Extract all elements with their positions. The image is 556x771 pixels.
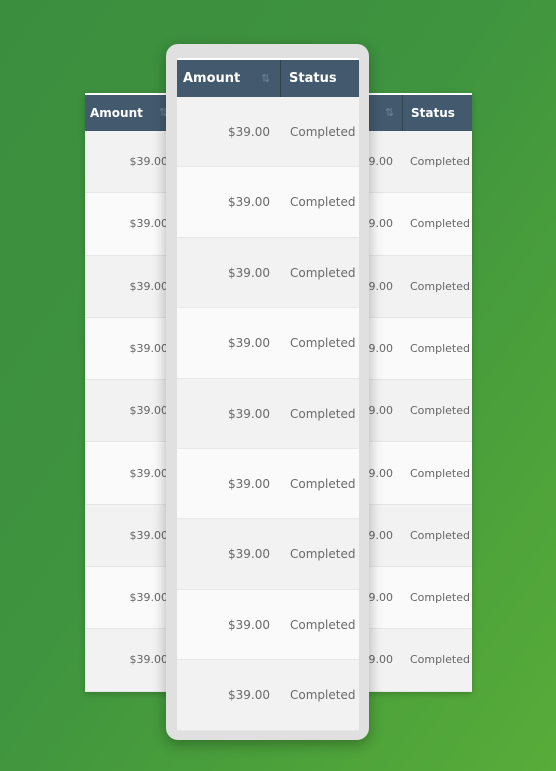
amount-cell: $39.00: [129, 404, 169, 418]
amount-cell: $39.00: [228, 547, 270, 562]
table-row[interactable]: $39.00 Completed: [177, 589, 359, 661]
amount-cell: $39.00: [228, 617, 270, 632]
table-row[interactable]: $39.00 Completed: [177, 167, 359, 238]
status-cell: Completed: [290, 617, 356, 632]
status-cell: Completed: [410, 404, 470, 418]
amount-cell: $39.00: [129, 217, 169, 231]
table-row[interactable]: $39.00 Completed: [177, 660, 359, 731]
table-row[interactable]: $39.00 Completed: [177, 378, 359, 449]
amount-cell: $39.00: [129, 341, 169, 355]
column-header-amount[interactable]: Amount: [183, 60, 240, 97]
sort-arrows-icon[interactable]: ⇅: [261, 60, 270, 97]
status-cell: Completed: [290, 406, 356, 421]
status-cell: Completed: [410, 155, 470, 168]
status-cell: Completed: [290, 688, 356, 703]
status-cell: Completed: [290, 195, 356, 210]
column-divider: [280, 60, 281, 97]
amount-cell: $39.00: [228, 195, 270, 210]
status-cell: Completed: [410, 279, 470, 293]
highlighted-table: Amount ⇅ Status $39.00 Completed $39.00 Com…: [177, 58, 359, 731]
amount-cell: $39.00: [228, 406, 270, 421]
highlighted-table-card: Amount ⇅ Status $39.00 Completed $39.00 Com…: [166, 44, 369, 740]
amount-cell: $39.00: [228, 265, 270, 280]
amount-cell: $39.00: [228, 125, 270, 139]
status-cell: Completed: [410, 341, 470, 355]
status-cell: Completed: [290, 336, 356, 351]
amount-cell: $39.00: [129, 279, 169, 293]
column-divider: [402, 95, 403, 131]
table-row[interactable]: $39.00 Completed: [177, 449, 359, 520]
status-cell: Completed: [410, 591, 470, 605]
column-header-status[interactable]: Status: [411, 95, 455, 131]
table-row[interactable]: $39.00 Completed: [177, 519, 359, 590]
table-row[interactable]: $39.00 Completed: [177, 237, 359, 309]
status-cell: Completed: [410, 217, 470, 231]
amount-cell: $39.00: [228, 336, 270, 351]
status-cell: Completed: [410, 528, 470, 542]
status-cell: Completed: [290, 125, 356, 139]
status-cell: Completed: [290, 265, 356, 280]
status-cell: Completed: [410, 653, 470, 667]
amount-cell: $39.00: [129, 653, 169, 667]
table-header: Amount ⇅ Status: [177, 60, 359, 97]
sort-arrows-icon[interactable]: ⇅: [385, 95, 394, 131]
status-cell: Completed: [290, 477, 356, 491]
amount-cell: $39.00: [129, 155, 169, 168]
status-cell: Completed: [290, 547, 356, 562]
amount-cell: $39.00: [228, 477, 270, 491]
table-row[interactable]: $39.00 Completed: [177, 97, 359, 168]
amount-cell: $39.00: [129, 528, 169, 542]
column-header-amount[interactable]: Amount: [90, 95, 143, 131]
table-row[interactable]: $39.00 Completed: [177, 308, 359, 379]
amount-cell: $39.00: [228, 688, 270, 703]
amount-cell: $39.00: [129, 466, 169, 480]
amount-cell: $39.00: [129, 591, 169, 605]
status-cell: Completed: [410, 466, 470, 480]
column-header-status[interactable]: Status: [289, 60, 337, 97]
